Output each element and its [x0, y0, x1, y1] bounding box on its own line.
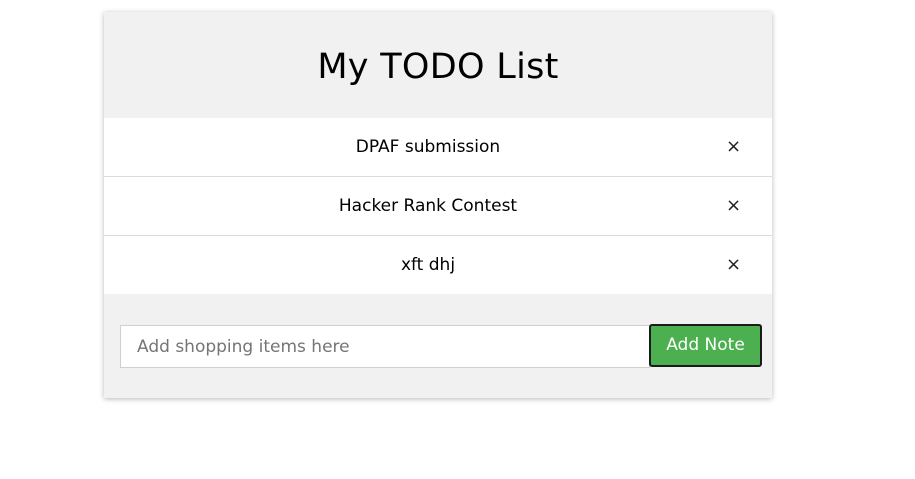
- page-title: My TODO List: [317, 47, 559, 87]
- list-item[interactable]: xft dhj ×: [104, 236, 772, 294]
- close-icon[interactable]: ×: [726, 118, 741, 176]
- close-icon[interactable]: ×: [726, 236, 741, 294]
- add-note-button[interactable]: Add Note: [649, 324, 762, 367]
- todo-list: DPAF submission × Hacker Rank Contest × …: [104, 118, 772, 294]
- todo-card: My TODO List DPAF submission × Hacker Ra…: [104, 12, 772, 398]
- todo-item-text: DPAF submission: [355, 137, 501, 157]
- add-note-form: Add Note: [104, 294, 772, 398]
- todo-item-text: Hacker Rank Contest: [338, 196, 518, 216]
- shopping-item-input[interactable]: [120, 325, 650, 368]
- todo-item-text: xft dhj: [400, 255, 456, 275]
- list-item[interactable]: Hacker Rank Contest ×: [104, 177, 772, 236]
- todo-header: My TODO List: [104, 12, 772, 118]
- close-icon[interactable]: ×: [726, 177, 741, 235]
- list-item[interactable]: DPAF submission ×: [104, 118, 772, 177]
